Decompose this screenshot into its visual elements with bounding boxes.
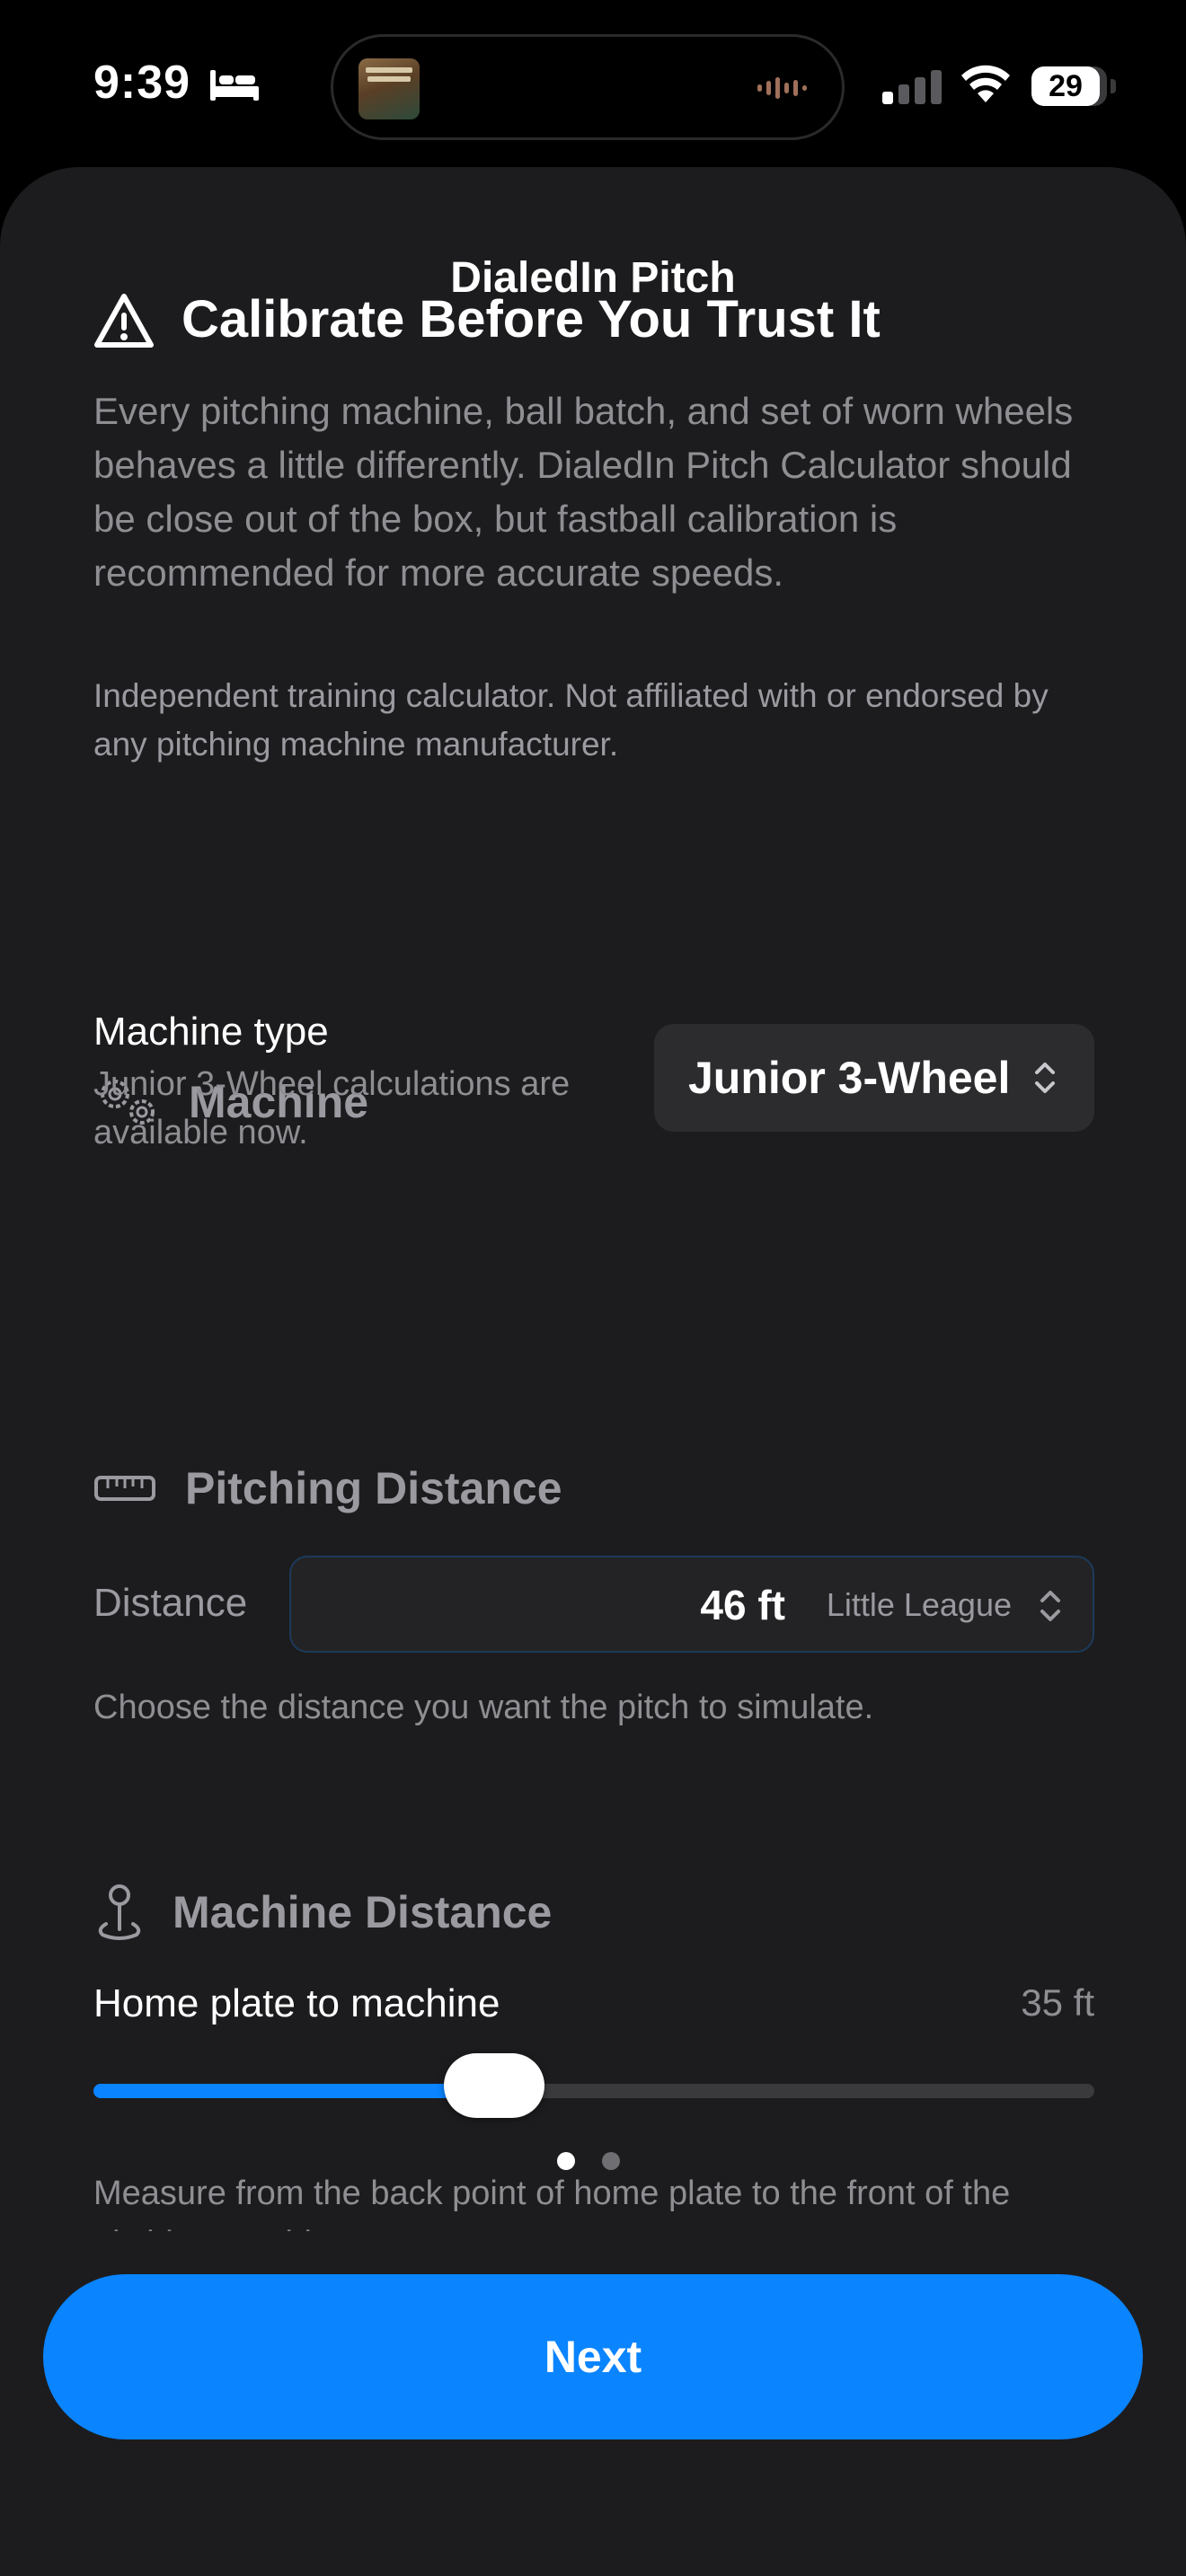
distance-value: 46 ft (700, 1582, 785, 1628)
page-dot[interactable] (602, 2152, 620, 2170)
pin-icon (98, 1884, 141, 1940)
slider-thumb[interactable] (443, 2053, 544, 2118)
warning-triangle-icon (94, 294, 154, 348)
slider-fill (93, 2084, 494, 2098)
home-plate-to-machine-value: 35 ft (1021, 1981, 1094, 2024)
distance-level: Little League (826, 1586, 1012, 1623)
status-bar: 9:39 29 (0, 0, 1186, 171)
page-indicator[interactable] (557, 2152, 620, 2170)
battery-nub (1111, 79, 1116, 93)
pitching-distance-picker[interactable]: 46 ft Little League (289, 1556, 1094, 1653)
audio-wave-icon (757, 77, 807, 99)
pitching-distance-header: Pitching Distance (185, 1463, 562, 1513)
chevron-up-down-icon (1040, 1591, 1060, 1621)
machine-distance-header: Machine Distance (173, 1887, 553, 1937)
battery-icon: 29 (1031, 66, 1116, 106)
chevron-up-down-icon (1035, 1063, 1055, 1093)
next-button-label: Next (544, 2332, 642, 2382)
status-time: 9:39 (93, 57, 191, 109)
measure-help-text: Measure from the back point of home plat… (93, 2175, 1011, 2231)
measure-help-container: Measure from the back point of home plat… (93, 2168, 1109, 2231)
machine-type-label: Machine type (93, 1010, 329, 1054)
machine-distance-slider[interactable] (93, 2053, 1094, 2118)
machine-type-value: Junior 3-Wheel (688, 1053, 1011, 1103)
battery-level: 29 (1031, 66, 1100, 106)
machine-type-description: Junior 3-Wheel calculations are availabl… (93, 1065, 571, 1151)
distance-help-text: Choose the distance you want the pitch t… (93, 1689, 874, 1726)
wifi-icon (961, 65, 1010, 102)
calibrate-body: Every pitching machine, ball batch, and … (93, 390, 1074, 594)
calibrate-heading: Calibrate Before You Trust It (181, 290, 881, 348)
next-button[interactable]: Next (43, 2274, 1143, 2439)
album-art-icon (358, 58, 420, 119)
home-plate-to-machine-label: Home plate to machine (93, 1981, 500, 2025)
ruler-icon (94, 1476, 155, 1501)
disclaimer-note: Independent training calculator. Not aff… (93, 677, 1049, 763)
dynamic-island[interactable] (331, 34, 845, 140)
page-dot[interactable] (557, 2152, 575, 2170)
cellular-signal-icon (882, 70, 942, 104)
machine-type-picker[interactable]: Junior 3-Wheel (654, 1024, 1094, 1132)
bed-icon (210, 70, 259, 101)
pitching-distance-section-header: Pitching Distance (93, 1462, 562, 1514)
machine-distance-section-header: Machine Distance (93, 1883, 552, 1942)
distance-label: Distance (93, 1581, 248, 1625)
